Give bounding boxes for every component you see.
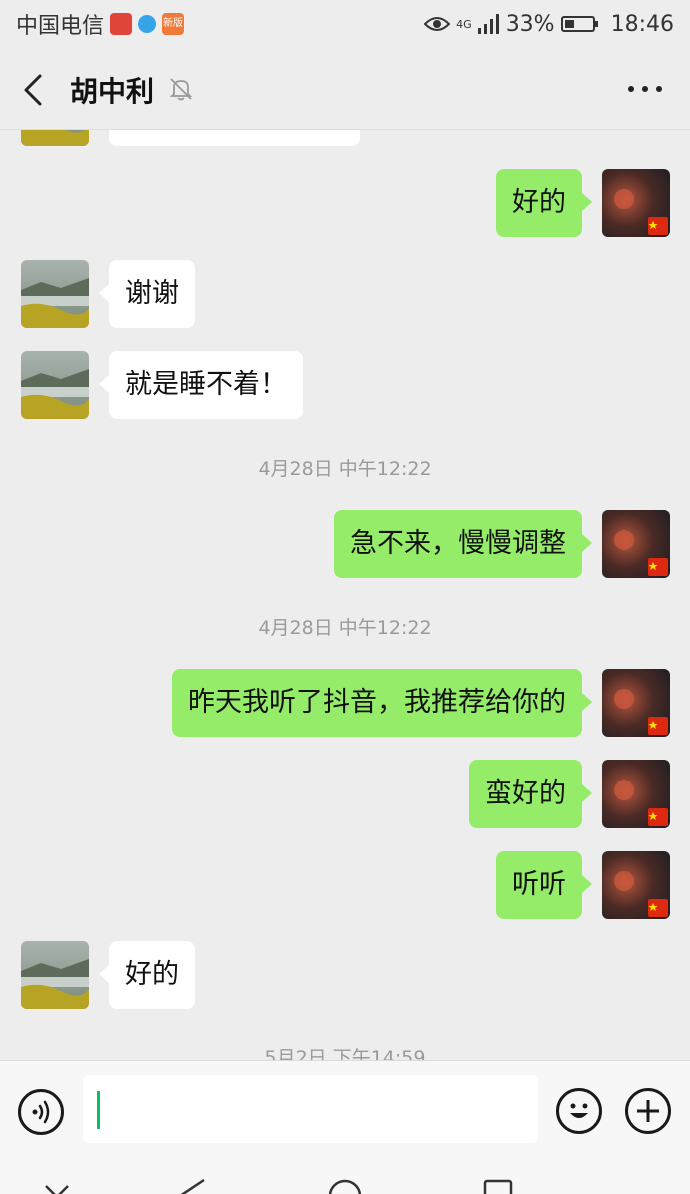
contact-avatar[interactable] xyxy=(21,351,89,419)
nav-back-icon[interactable] xyxy=(176,1178,210,1194)
signal-icon xyxy=(477,14,499,34)
chat-header: 胡中利 xyxy=(0,48,690,130)
nav-recents-icon[interactable] xyxy=(482,1178,514,1194)
app-notification-icon xyxy=(110,13,133,35)
message-bubble-outgoing[interactable]: 好的 xyxy=(496,169,592,237)
message-bubble-outgoing[interactable]: 蛮好的 xyxy=(469,760,592,828)
emoji-icon[interactable] xyxy=(556,1088,602,1134)
more-dots-icon[interactable] xyxy=(628,86,662,92)
system-nav-bar xyxy=(0,1164,690,1194)
message-bubble-outgoing[interactable]: 昨天我听了抖音，我推荐给你的 xyxy=(172,669,592,737)
eye-icon xyxy=(424,17,451,31)
news-notification-icon: 新版 xyxy=(162,13,185,35)
more-dot xyxy=(628,86,634,92)
nav-home-icon[interactable] xyxy=(327,1178,363,1194)
my-avatar[interactable] xyxy=(602,169,670,237)
message-bubble-incoming[interactable]: 就是睡不着！ xyxy=(99,351,303,419)
my-avatar[interactable] xyxy=(602,851,670,919)
network-type: 4G xyxy=(456,17,472,31)
plus-icon[interactable] xyxy=(625,1088,671,1134)
message-timestamp: 4月28日 中午12:22 xyxy=(258,458,432,480)
battery-icon xyxy=(560,16,598,32)
message-bubble-outgoing[interactable]: 急不来，慢慢调整 xyxy=(334,510,592,578)
battery-level xyxy=(564,20,574,28)
contact-avatar[interactable] xyxy=(21,130,89,146)
more-dot xyxy=(642,86,648,92)
carrier-name: 中国电信 xyxy=(16,14,105,39)
contact-avatar[interactable] xyxy=(21,260,89,328)
message-bubble-outgoing[interactable]: 听听 xyxy=(496,851,592,919)
status-left: 中国电信 新版 xyxy=(16,8,185,40)
close-icon[interactable] xyxy=(44,1178,72,1194)
status-right: 4G 33% 18:46 xyxy=(424,12,674,37)
battery-percent: 33% xyxy=(505,11,555,37)
message-input[interactable] xyxy=(83,1075,538,1143)
my-avatar[interactable] xyxy=(602,510,670,578)
contact-name: 胡中利 xyxy=(70,75,155,108)
input-bar xyxy=(0,1060,690,1164)
bell-muted-icon xyxy=(169,78,193,101)
voice-icon[interactable] xyxy=(18,1089,64,1135)
message-timestamp: 5月2日 下午14:59 xyxy=(264,1047,426,1060)
message-timestamp: 4月28日 中午12:22 xyxy=(258,617,432,639)
my-avatar[interactable] xyxy=(602,760,670,828)
status-bar: 中国电信 新版 4G 33% 18:46 xyxy=(0,0,690,48)
message-bubble-incoming[interactable]: 谢谢 xyxy=(99,260,195,328)
contact-avatar[interactable] xyxy=(21,941,89,1009)
browser-notification-icon xyxy=(138,15,157,33)
more-dot xyxy=(656,86,662,92)
message-bubble-incoming[interactable] xyxy=(109,130,360,146)
text-caret xyxy=(97,1091,100,1129)
my-avatar[interactable] xyxy=(602,669,670,737)
message-bubble-incoming[interactable]: 好的 xyxy=(99,941,195,1009)
clock: 18:46 xyxy=(610,11,674,37)
message-list[interactable]: 好的 谢谢 就是睡不着！ 4月28日 中午12:22 急不来，慢慢调整 4月28… xyxy=(0,130,690,1060)
chevron-left-icon[interactable] xyxy=(20,72,50,108)
